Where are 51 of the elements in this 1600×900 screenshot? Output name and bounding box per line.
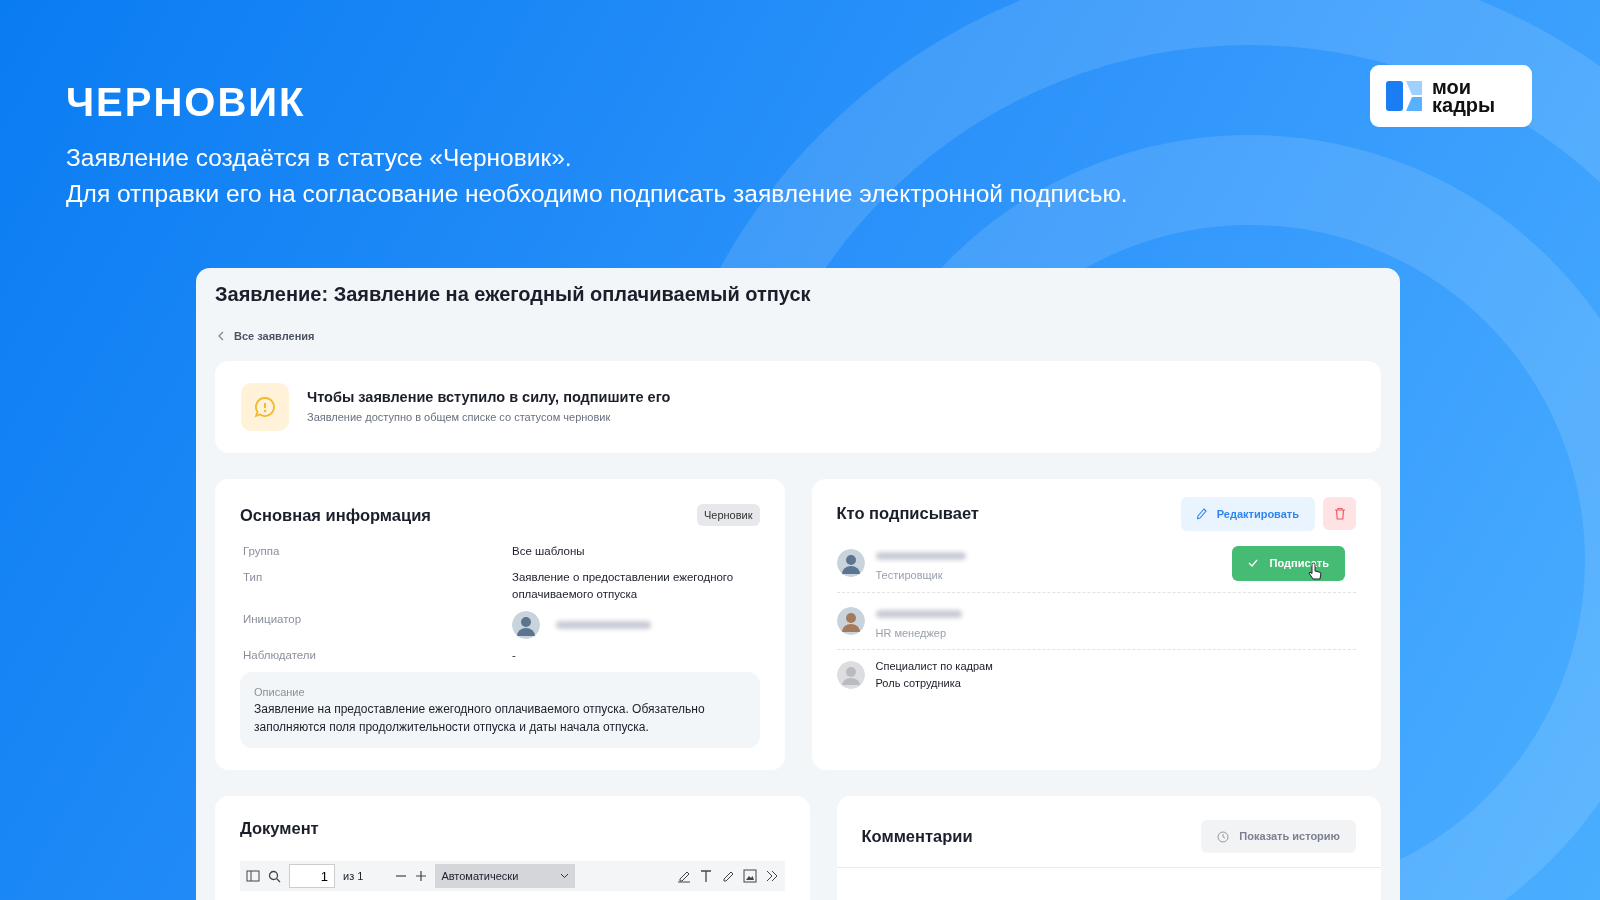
- back-link[interactable]: Все заявления: [234, 328, 315, 345]
- signer-role: HR менеджер: [875, 625, 948, 641]
- show-history-button[interactable]: Показать историю: [1201, 820, 1356, 853]
- avatar-icon: [836, 606, 865, 635]
- hero-text: Заявление создаётся в статусе «Черновик».: [66, 143, 573, 173]
- page-number-field[interactable]: 1: [289, 864, 335, 888]
- card-title: Основная информация: [240, 504, 431, 526]
- field-value: Все шаблоны: [512, 544, 586, 560]
- pencil-icon: [1196, 507, 1207, 520]
- field-label: Наблюдатели: [242, 647, 317, 663]
- hero-text: Для отправки его на согласование необходимо подписать заявление электронной подписью.: [66, 179, 1129, 209]
- check-icon: [1247, 559, 1258, 568]
- description-label: Описание: [254, 684, 306, 700]
- sidebar-toggle-icon[interactable]: [246, 870, 260, 882]
- signer-role: Тестировщик: [875, 568, 944, 583]
- window-title: Заявление: Заявление на ежегодный оплачиваемый отпуск: [215, 282, 812, 306]
- hero-title: ЧЕРНОВИК: [66, 79, 306, 126]
- trash-icon: [1333, 506, 1346, 520]
- zoom-in-icon[interactable]: [415, 870, 428, 882]
- avatar-icon: [512, 610, 540, 639]
- logo-text: мои: [1432, 78, 1473, 96]
- alert-title: Чтобы заявление вступило в силу, подпишите его: [307, 388, 671, 408]
- page-count: из 1: [343, 868, 364, 884]
- image-icon[interactable]: [742, 869, 757, 883]
- card-title: Документ: [240, 818, 320, 840]
- text-tool-icon[interactable]: [698, 869, 713, 883]
- draw-pen-icon[interactable]: [720, 869, 735, 883]
- alert-text: Заявление доступно в общем списке со статусом черновик: [307, 410, 612, 426]
- signer-name: Специалист по кадрам: [875, 659, 994, 674]
- field-value: Заявление о предоставлении ежегодного оплачиваемого отпуска: [512, 569, 735, 602]
- field-label: Инициатор: [242, 611, 303, 627]
- more-tools-icon[interactable]: [764, 869, 779, 883]
- highlight-pen-icon[interactable]: [676, 869, 691, 883]
- logo-text: кадры: [1432, 96, 1496, 114]
- description-text: Заявление на предоставление ежегодного оплачиваемого отпуска. Обязательно заполняются поля продолжительности отпуска и даты начала отпуска.: [254, 701, 706, 737]
- card-title: Комментарии: [861, 826, 973, 848]
- field-label: Тип: [242, 569, 264, 585]
- clock-icon: [1217, 830, 1230, 843]
- signer-role: Роль сотрудника: [875, 675, 962, 691]
- zoom-select[interactable]: Автоматически: [435, 864, 576, 888]
- logo-mark-icon: [1386, 81, 1424, 111]
- back-chevron-icon: [217, 331, 224, 342]
- message-alert-icon: [241, 382, 289, 431]
- avatar-icon: [836, 549, 865, 578]
- status-chip: Черновик: [696, 503, 760, 527]
- search-icon[interactable]: [268, 869, 281, 883]
- avatar-placeholder-icon: [836, 660, 865, 689]
- caret-icon: [560, 873, 570, 879]
- field-label: Группа: [242, 544, 281, 560]
- card-title: Кто подписывает: [836, 503, 979, 525]
- field-value: -: [512, 647, 517, 663]
